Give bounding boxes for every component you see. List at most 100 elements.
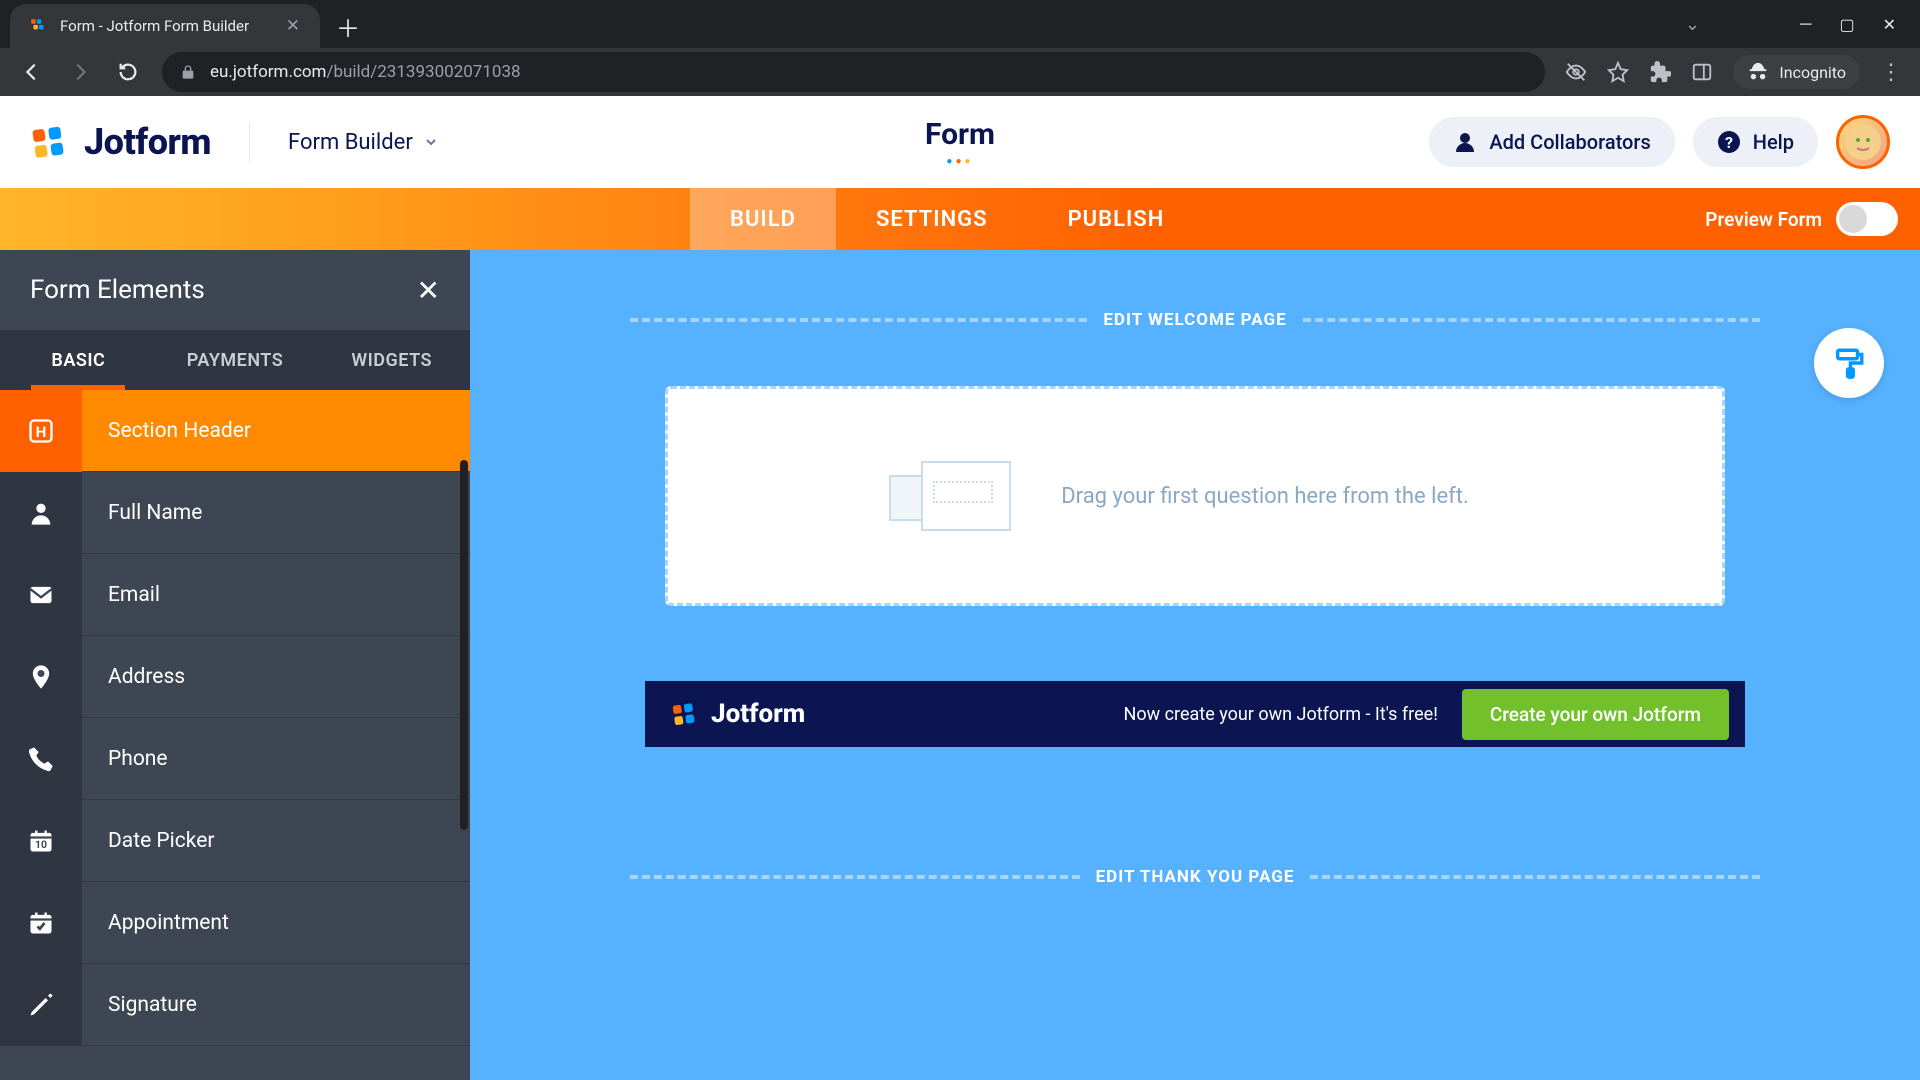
element-item-label: Phone [82,747,168,771]
help-label: Help [1753,130,1794,154]
form-canvas: EDIT WELCOME PAGE Drag your first questi… [470,250,1920,1080]
svg-text:10: 10 [35,838,47,851]
logo-icon [671,700,699,728]
add-collaborators-button[interactable]: Add Collaborators [1429,117,1674,167]
svg-text:H: H [36,422,47,440]
browser-tab[interactable]: Form - Jotform Form Builder ✕ [10,4,320,48]
tab-close-icon[interactable]: ✕ [286,16,300,36]
H-icon: H [0,390,82,472]
element-item-label: Section Header [82,419,251,443]
window-maximize-icon[interactable]: ▢ [1839,15,1854,34]
thankyou-separator[interactable]: EDIT THANK YOU PAGE [630,867,1760,887]
preview-label: Preview Form [1705,208,1822,231]
element-item-label: Address [82,665,185,689]
promo-banner: Jotform Now create your own Jotform - It… [645,681,1745,747]
elements-tab-payments[interactable]: PAYMENTS [157,330,314,390]
element-item-date-picker[interactable]: 10 Date Picker [0,800,470,882]
form-elements-panel: Form Elements ✕ BASIC PAYMENTS WIDGETS H… [0,250,470,1080]
help-icon: ? [1717,130,1741,154]
element-item-email[interactable]: Email [0,554,470,636]
window-minimize-icon[interactable]: ─ [1800,14,1811,34]
url-host: eu.jotform.com [210,62,326,82]
cal-icon: 10 [0,800,82,882]
user-avatar[interactable] [1836,115,1890,169]
saving-indicator-icon: ●●● [925,156,995,167]
element-item-address[interactable]: Address [0,636,470,718]
dropzone[interactable]: Drag your first question here from the l… [665,386,1725,606]
tab-publish[interactable]: PUBLISH [1028,188,1205,250]
avatar-icon [1845,124,1881,160]
promo-cta-button[interactable]: Create your own Jotform [1462,689,1729,740]
incognito-badge[interactable]: Incognito [1733,55,1860,89]
pin-icon [0,636,82,718]
tab-settings[interactable]: SETTINGS [836,188,1028,250]
logo-icon [30,122,70,162]
nav-reload-button[interactable] [114,58,142,86]
mail-icon [0,554,82,636]
sidepanel-icon[interactable] [1691,61,1713,83]
app-header: Jotform Form Builder Form ●●● Add Collab… [0,96,1920,188]
incognito-label: Incognito [1779,63,1846,82]
promo-text: Now create your own Jotform - It's free! [1124,704,1438,725]
preview-toggle-group: Preview Form [1705,188,1898,250]
form-designer-button[interactable] [1814,328,1884,398]
star-icon[interactable] [1607,61,1629,83]
element-item-phone[interactable]: Phone [0,718,470,800]
help-button[interactable]: ? Help [1693,117,1818,167]
pen-icon [0,964,82,1046]
new-tab-button[interactable]: ＋ [330,8,366,44]
browser-menu-icon[interactable]: ⋮ [1880,60,1902,85]
phone-icon [0,718,82,800]
element-item-label: Email [82,583,160,607]
window-controls: ─ ▢ ✕ [1776,0,1920,48]
nav-back-button[interactable] [18,58,46,86]
extensions-icon[interactable] [1649,61,1671,83]
scrollbar[interactable] [460,460,468,830]
promo-logo-text: Jotform [711,699,805,729]
tab-build[interactable]: BUILD [690,188,836,250]
paint-roller-icon [1832,346,1866,380]
elements-tab-widgets[interactable]: WIDGETS [313,330,470,390]
user-plus-icon [1453,130,1477,154]
element-item-label: Full Name [82,501,202,525]
builder-label: Form Builder [288,130,413,155]
url-input[interactable]: eu.jotform.com/build/231393002071038 [162,52,1545,92]
check-cal-icon [0,882,82,964]
welcome-label: EDIT WELCOME PAGE [1103,310,1286,330]
element-item-label: Signature [82,993,197,1017]
incognito-icon [1747,61,1769,83]
eye-off-icon[interactable] [1565,61,1587,83]
form-title-block[interactable]: Form ●●● [925,117,995,167]
window-close-icon[interactable]: ✕ [1883,15,1896,34]
browser-tab-strip: Form - Jotform Form Builder ✕ ＋ ⌄ ─ ▢ ✕ [0,0,1920,48]
element-item-section-header[interactable]: H Section Header [0,390,470,472]
address-bar: eu.jotform.com/build/231393002071038 Inc… [0,48,1920,96]
favicon-icon [30,17,48,35]
preview-toggle[interactable] [1836,202,1898,236]
panel-close-button[interactable]: ✕ [417,274,440,307]
form-title: Form [925,117,995,152]
element-item-full-name[interactable]: Full Name [0,472,470,554]
svg-text:?: ? [1725,133,1733,152]
element-item-label: Date Picker [82,829,214,853]
logo[interactable]: Jotform [30,121,211,163]
thankyou-label: EDIT THANK YOU PAGE [1096,867,1295,887]
collab-label: Add Collaborators [1489,130,1650,154]
url-path: /build/231393002071038 [326,62,520,82]
promo-logo: Jotform [661,699,805,729]
tab-search-icon[interactable]: ⌄ [1685,14,1700,35]
element-item-appointment[interactable]: Appointment [0,882,470,964]
panel-title: Form Elements [30,275,205,305]
divider [249,122,250,162]
logo-text: Jotform [84,121,211,163]
builder-dropdown[interactable]: Form Builder [288,130,439,155]
welcome-separator[interactable]: EDIT WELCOME PAGE [630,310,1760,330]
lock-icon [180,64,196,80]
nav-forward-button [66,58,94,86]
elements-tab-basic[interactable]: BASIC [0,330,157,390]
dropzone-text: Drag your first question here from the l… [1061,484,1469,509]
person-icon [0,472,82,554]
element-item-signature[interactable]: Signature [0,964,470,1046]
chevron-down-icon [423,134,439,150]
dropzone-illustration-icon [921,461,1011,531]
